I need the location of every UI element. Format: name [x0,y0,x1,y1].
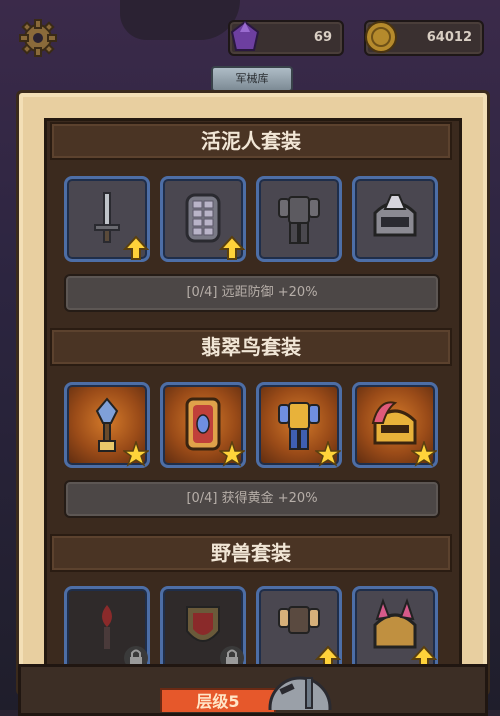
upgrade-arrow-icon [219,235,245,260]
set-1-slot-shield[interactable] [160,176,246,262]
star-icon [123,441,149,467]
settings-gear-icon[interactable] [18,18,58,58]
set-2-slot-shield[interactable] [160,382,246,468]
gold-count: 64012 [426,30,472,45]
set-3-slot-helmet[interactable] [352,586,438,672]
set-2-slot-helmet[interactable] [352,382,438,468]
set-3-slot-weapon[interactable] [64,586,150,672]
armory-tab[interactable]: 军械库 [211,66,293,92]
set-3-slot-armor[interactable] [256,586,342,672]
star-icon [411,441,437,467]
gold-coin-icon [365,21,397,53]
gem-icon [230,20,260,51]
tier-level-button[interactable]: 层级5 [160,688,276,712]
gem-count: 69 [313,30,332,45]
set-1-slot-weapon[interactable] [64,176,150,262]
set-1-title: 活泥人套装 [50,122,452,160]
set-1-slot-helmet[interactable] [352,176,438,262]
upgrade-arrow-icon [123,235,149,260]
set-2-slot-armor[interactable] [256,382,342,468]
set-2-slot-weapon[interactable] [64,382,150,468]
set-3-title: 野兽套装 [50,534,452,572]
set-1-bonus: [0/4] 远距防御 +20% [64,274,440,312]
set-1-slot-armor[interactable] [256,176,342,262]
set-2-bonus: [0/4] 获得黄金 +20% [64,480,440,518]
set-2-title: 翡翠鸟套装 [50,328,452,366]
gem-counter: 69 [228,20,344,56]
knight-avatar-icon[interactable] [266,668,336,710]
armor-icon [278,196,320,244]
gold-counter: 64012 [364,20,484,56]
set-3-slot-shield[interactable] [160,586,246,672]
star-icon [219,441,245,467]
star-icon [315,441,341,467]
helmet-icon [373,194,417,237]
